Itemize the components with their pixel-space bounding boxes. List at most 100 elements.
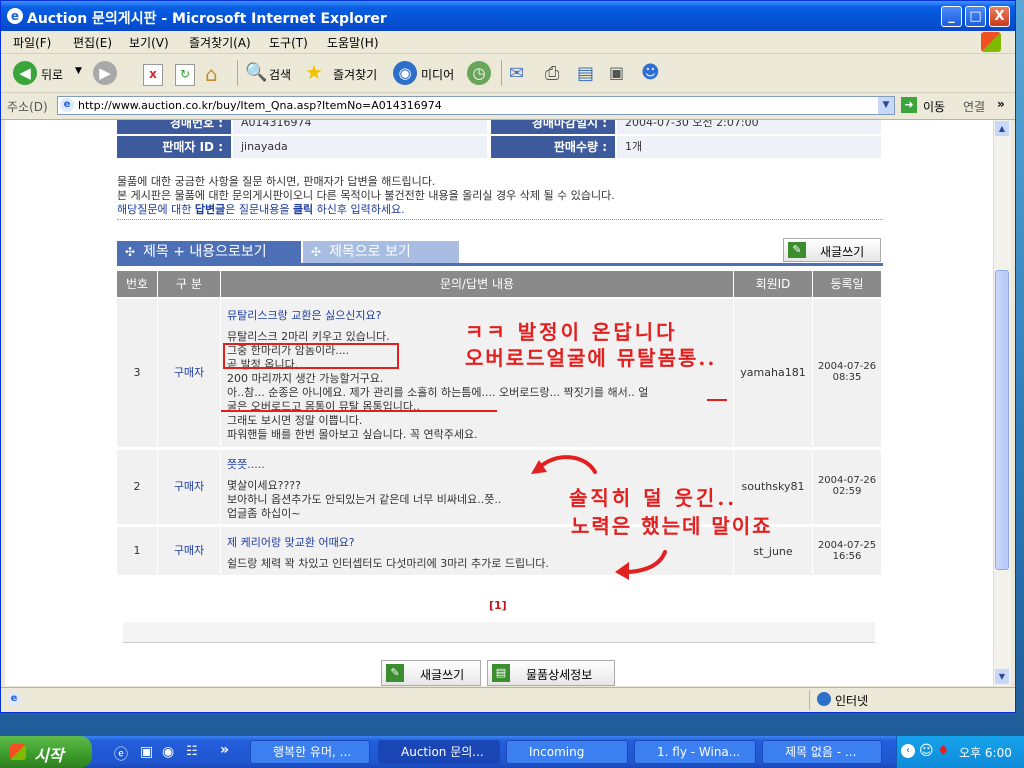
annotation-arrow-icon xyxy=(531,455,597,474)
row-type: 구매자 xyxy=(158,527,221,575)
windows-logo-icon xyxy=(10,744,26,760)
item-no-label: 경매번호 : xyxy=(117,120,231,134)
deadline-value: 2004-07-30 오전 2:07:00 xyxy=(617,120,881,134)
search-icon[interactable]: 🔍 xyxy=(245,62,267,83)
quicklaunch-more-icon[interactable]: » xyxy=(220,742,229,758)
menu-edit[interactable]: 편집(E) xyxy=(73,34,112,51)
date-text: 2004-07-26 xyxy=(817,361,877,372)
address-bar: 주소(D) e http://www.auction.co.kr/buy/Ite… xyxy=(1,93,1015,120)
maximize-button[interactable]: □ xyxy=(965,6,986,27)
quicklaunch-media-icon[interactable]: ◉ xyxy=(162,744,174,760)
tab-title-only[interactable]: ✣ 제목으로 보기 xyxy=(303,241,459,263)
notice-line-3: 해당질문에 대한 답변글은 질문내용을 클릭 하신후 입력하세요. xyxy=(117,201,405,217)
date-text: 2004-07-25 xyxy=(817,540,877,551)
menu-favorites[interactable]: 즐겨찾기(A) xyxy=(189,34,251,51)
go-arrow-icon[interactable]: ➜ xyxy=(901,97,917,113)
links-more-icon[interactable]: » xyxy=(997,97,1005,111)
question-title[interactable]: 뮤탈리스크랑 교환은 싫으신지요? xyxy=(227,307,382,323)
item-detail-button[interactable]: ▤ 물품상세정보 xyxy=(487,660,615,686)
annotation-arrow-icon xyxy=(615,550,667,580)
mail-icon[interactable]: ✉ xyxy=(509,63,524,84)
tab-title-content-label: 제목 + 내용으로보기 xyxy=(143,244,267,260)
back-label[interactable]: 뒤로 xyxy=(41,66,63,83)
ie-window: e Auction 문의게시판 - Microsoft Internet Exp… xyxy=(0,0,1016,713)
address-input[interactable]: e http://www.auction.co.kr/buy/Item_Qna.… xyxy=(57,96,895,115)
address-url: http://www.auction.co.kr/buy/Item_Qna.as… xyxy=(78,99,442,112)
question-title[interactable]: 쯧쯧..... xyxy=(227,456,265,472)
notice-text: 해당질문에 대한 xyxy=(117,203,195,216)
links-label[interactable]: 연결 xyxy=(963,98,985,115)
start-label: 시작 xyxy=(34,746,64,765)
annotation-underline xyxy=(221,410,497,412)
menu-file[interactable]: 파일(F) xyxy=(13,34,51,51)
body-line: 200 마리까지 생간 가능할거구요. xyxy=(227,372,384,385)
favorites-label[interactable]: 즐겨찾기 xyxy=(333,66,377,83)
bottom-new-post-label: 새글쓰기 xyxy=(420,668,465,682)
quicklaunch-app-icon[interactable]: ☷ xyxy=(186,744,198,759)
new-post-button[interactable]: ✎ 새글쓰기 xyxy=(783,238,881,262)
home-icon[interactable]: ⌂ xyxy=(205,62,218,86)
taskbar-item[interactable]: 행복한 유머, ... xyxy=(250,740,370,764)
search-label[interactable]: 검색 xyxy=(269,66,291,83)
web-page: 경매번호 : A014316974 경매마감일시 : 2004-07-30 오전… xyxy=(5,120,993,686)
address-dropdown-icon[interactable]: ▼ xyxy=(878,97,894,114)
favorites-icon[interactable]: ★ xyxy=(305,60,323,84)
tab-diamond-icon: ✣ xyxy=(125,245,136,259)
print-icon[interactable]: ⎙ xyxy=(545,63,559,84)
toolbar-divider xyxy=(501,60,502,86)
toolbar: ◀ 뒤로 ▼ ▶ x ↻ ⌂ 🔍 검색 ★ 즐겨찾기 ◉ 미디어 ◷ ✉ ⎙ ▤… xyxy=(1,54,1015,93)
row-type: 구매자 xyxy=(158,299,221,447)
tray-expand-icon[interactable]: ‹ xyxy=(901,744,915,758)
annotation-text-4: 노력은 했는데 말이죠 xyxy=(571,514,773,538)
scroll-up-icon[interactable]: ▲ xyxy=(995,121,1009,136)
media-icon[interactable]: ◉ xyxy=(393,61,417,85)
forward-icon[interactable]: ▶ xyxy=(93,61,117,85)
menu-tools[interactable]: 도구(T) xyxy=(269,34,308,51)
date-text: 2004-07-26 xyxy=(817,475,877,486)
vertical-scrollbar[interactable]: ▲ ▼ xyxy=(993,120,1011,686)
edit-icon[interactable]: ▤ xyxy=(577,63,594,84)
quicklaunch-desktop-icon[interactable]: ▣ xyxy=(140,744,153,760)
ie-logo-icon: e xyxy=(7,8,23,24)
go-button[interactable]: 이동 xyxy=(923,98,945,115)
tab-diamond-icon: ✣ xyxy=(311,245,322,259)
windows-logo-icon xyxy=(981,32,1001,52)
tray-messenger-icon[interactable]: ☺ xyxy=(919,743,934,759)
seller-value: jinayada xyxy=(233,136,487,158)
bottom-new-post-button[interactable]: ✎ 새글쓰기 xyxy=(381,660,481,686)
discuss-icon[interactable]: ▣ xyxy=(609,63,624,82)
taskbar-item[interactable]: Auction 문의... xyxy=(378,740,500,764)
pencil-icon: ✎ xyxy=(788,242,806,258)
deadline-label: 경매마감일시 : xyxy=(491,120,615,134)
back-icon[interactable]: ◀ xyxy=(13,61,37,85)
taskbar-item[interactable]: 제목 없음 - ... xyxy=(762,740,882,764)
time-text: 08:35 xyxy=(832,372,862,383)
media-label[interactable]: 미디어 xyxy=(421,66,454,83)
tab-title-content[interactable]: ✣ 제목 + 내용으로보기 xyxy=(117,241,301,263)
quicklaunch-ie-icon[interactable]: ⓔ xyxy=(114,744,128,764)
stop-icon[interactable]: x xyxy=(143,64,163,86)
internet-zone-icon xyxy=(817,692,831,706)
scroll-thumb[interactable] xyxy=(995,270,1009,570)
close-button[interactable]: X xyxy=(989,6,1010,27)
taskbar-item[interactable]: 1. fly - Wina... xyxy=(634,740,756,764)
tray-app-icon[interactable]: ♦ xyxy=(937,743,950,759)
pagination-current[interactable]: [1] xyxy=(489,599,507,612)
minimize-button[interactable]: _ xyxy=(941,6,962,27)
menu-view[interactable]: 보기(V) xyxy=(129,34,169,51)
title-bar[interactable]: e Auction 문의게시판 - Microsoft Internet Exp… xyxy=(1,1,1015,31)
refresh-icon[interactable]: ↻ xyxy=(175,64,195,86)
col-header-content: 문의/답변 내용 xyxy=(221,271,733,297)
col-header-date: 등록일 xyxy=(813,271,881,297)
scroll-down-icon[interactable]: ▼ xyxy=(995,669,1009,684)
back-dropdown-icon[interactable]: ▼ xyxy=(75,66,82,76)
start-button[interactable]: 시작 xyxy=(0,736,92,768)
messenger-icon[interactable]: ☻ xyxy=(641,62,660,83)
clock[interactable]: 오후 6:00 xyxy=(959,744,1012,761)
question-title[interactable]: 제 케리어랑 맞교환 어때요? xyxy=(227,534,355,550)
history-icon[interactable]: ◷ xyxy=(467,61,491,85)
system-tray: ‹ ☺ ♦ 오후 6:00 xyxy=(896,736,1024,768)
menu-help[interactable]: 도움말(H) xyxy=(327,34,379,51)
divider xyxy=(117,219,883,220)
taskbar-item[interactable]: Incoming xyxy=(506,740,628,764)
